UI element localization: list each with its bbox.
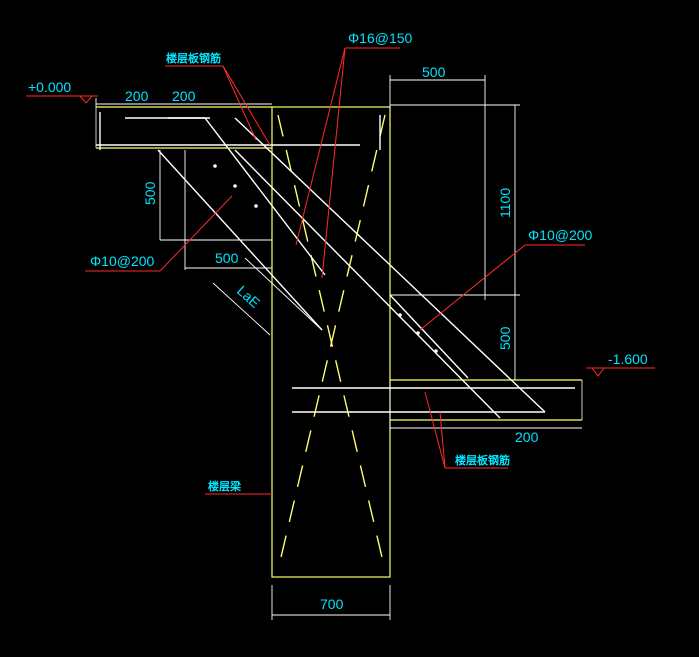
dim-top-left-b: 200 (172, 88, 196, 104)
slab-bottom-label: 楼层板钢筋 (455, 453, 510, 467)
beam-label: 楼层梁 (208, 479, 242, 493)
slab-top-rebars (96, 112, 575, 419)
dim-right-height-lower: 500 (497, 326, 513, 350)
cad-drawing: 200 200 500 1100 500 500 500 200 700 LaE… (0, 0, 699, 657)
elevation-bottom: -1.600 (608, 351, 648, 367)
elevation-marker-bottom (586, 367, 655, 377)
elevation-marker-top (26, 95, 98, 104)
rebar-main-label: Φ16@150 (348, 30, 413, 46)
slab-top-label: 楼层板钢筋 (166, 51, 221, 65)
dim-top-right-width: 500 (422, 64, 446, 80)
dim-left-width: 500 (215, 250, 239, 266)
dim-top-left-a: 200 (125, 88, 149, 104)
rebar-left-label: Φ10@200 (90, 253, 155, 269)
rebar-dots (213, 164, 438, 353)
rebar-right-label: Φ10@200 (528, 227, 593, 243)
elevation-top: +0.000 (28, 79, 71, 95)
dim-left-height: 500 (142, 181, 158, 205)
leader-lines (85, 47, 585, 495)
dim-beam-width: 700 (320, 596, 344, 612)
dim-bottom-slab: 200 (515, 429, 539, 445)
dim-right-height-upper: 1100 (497, 188, 513, 218)
